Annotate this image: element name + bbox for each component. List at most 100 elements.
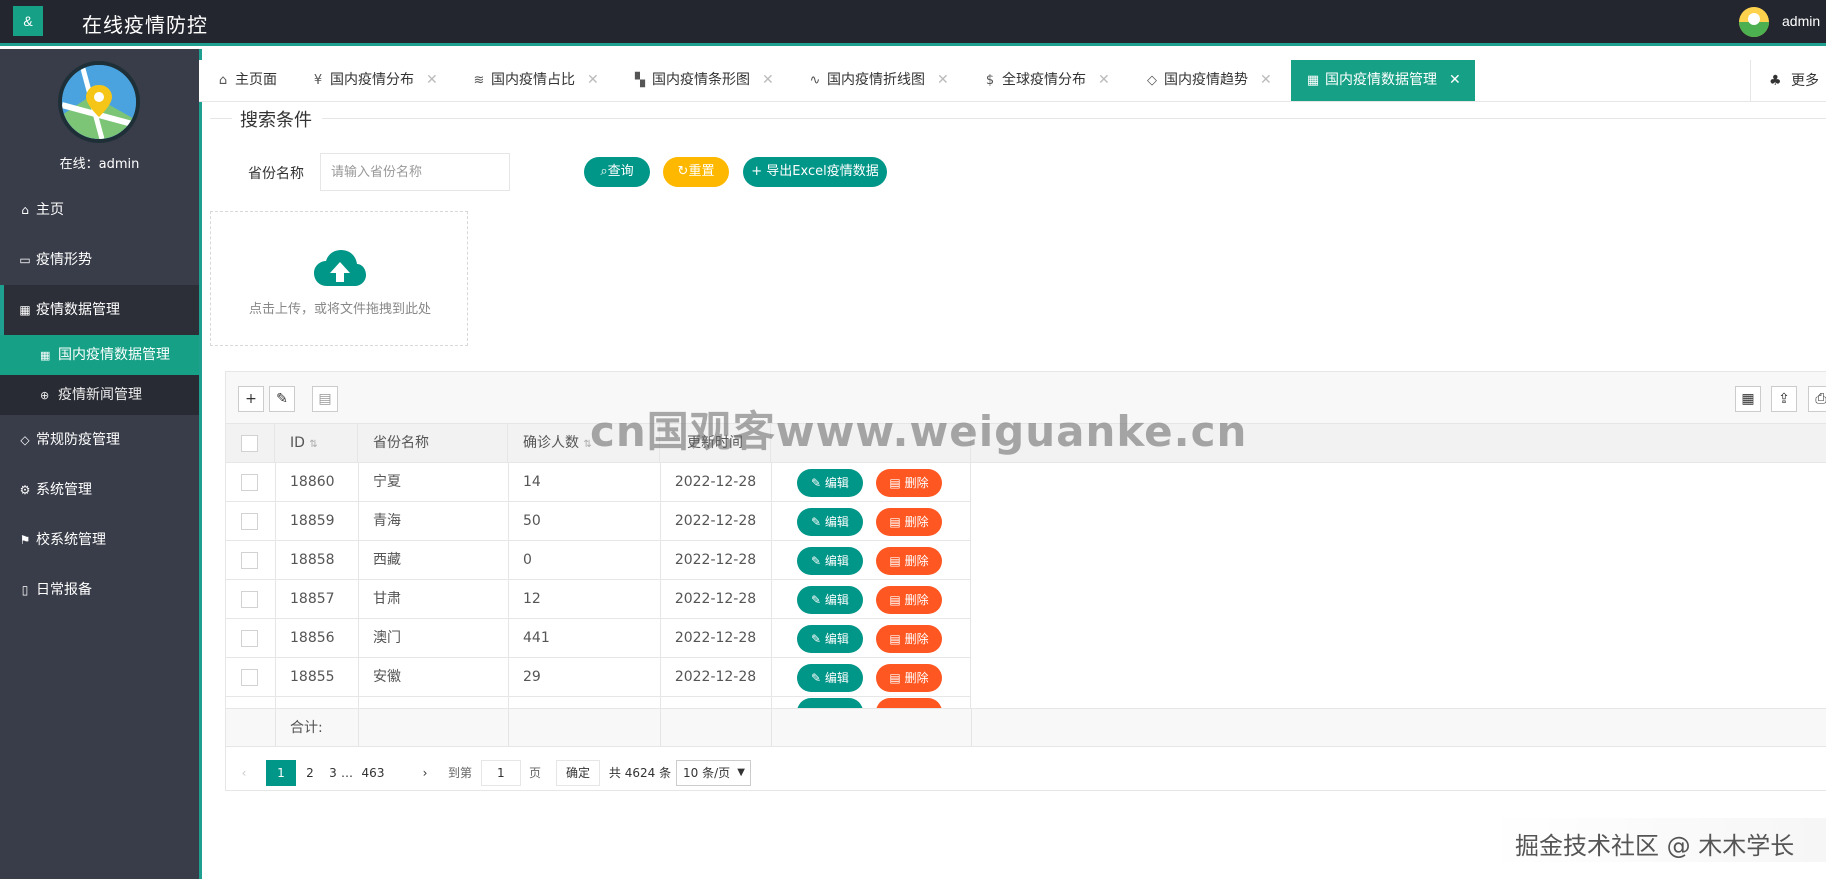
layers-icon: ≋ [473,73,485,88]
cell-province: 甘肃 [373,591,401,607]
page-2[interactable]: 2 [298,760,322,786]
delete-button[interactable]: ▤ 删除 [876,547,942,575]
sidebar-item-epidemic-data[interactable]: ▦ 疫情数据管理 [0,285,199,335]
edit-button-label: 编辑 [824,632,849,646]
reset-button[interactable]: ↻重置 [663,157,729,187]
pencil-icon: ✎ [811,671,825,685]
row-checkbox[interactable] [241,513,258,530]
close-icon[interactable]: ✕ [426,72,438,88]
plus-icon: + [751,164,767,179]
delete-button[interactable]: ▤ 删除 [876,625,942,653]
table-row[interactable]: 18856 澳门 441 2022-12-28 ✎ 编辑 ▤ 删除 [226,619,971,658]
tab-global-distribution[interactable]: $ 全球疫情分布 ✕ [982,60,1110,101]
edit-button[interactable]: ✎ 编辑 [797,586,863,614]
sidebar-item-daily-report[interactable]: ▯ 日常报备 [0,565,199,615]
table-row[interactable]: 18859 青海 50 2022-12-28 ✎ 编辑 ▤ 删除 [226,502,971,541]
row-checkbox[interactable] [241,630,258,647]
edit-button-label: 编辑 [824,515,849,529]
delete-button-label: 删除 [904,632,929,646]
close-icon[interactable]: ✕ [1449,72,1461,88]
close-icon[interactable]: ✕ [587,72,599,88]
table-row[interactable]: 18858 西藏 0 2022-12-28 ✎ 编辑 ▤ 删除 [226,541,971,580]
page-size-select[interactable]: 10 条/页 ▼ [676,760,751,786]
delete-button[interactable]: ▤ 删除 [876,664,942,692]
export-excel-button[interactable]: + 导出Excel疫情数据 [743,157,887,187]
delete-button[interactable]: ▤ 删除 [876,586,942,614]
goto-page-input[interactable]: 1 [481,760,521,786]
palm-icon: ♣ [1769,73,1782,89]
tab-domestic-data[interactable]: ▦ 国内疫情数据管理 ✕ [1291,60,1475,101]
next-page-icon[interactable]: › [419,760,431,786]
close-icon[interactable]: ✕ [1098,72,1110,88]
page-1[interactable]: 1 [266,760,296,786]
cell-confirmed: 12 [523,591,541,607]
monitor-icon: ▭ [19,253,31,267]
tab-more-button[interactable]: ♣ 更多 [1750,60,1826,102]
columns-filter-button[interactable]: ▦ [1735,386,1761,412]
close-icon[interactable]: ✕ [1260,72,1272,88]
query-button[interactable]: ⌕查询 [584,157,650,187]
home-icon: ⌂ [21,203,29,217]
cell-province: 宁夏 [373,474,401,490]
sidebar-subitem-news[interactable]: ⊕ 疫情新闻管理 [0,375,199,415]
sort-icon[interactable]: ⇅ [309,439,317,450]
row-checkbox[interactable] [241,669,258,686]
export-toolbar-button[interactable]: ⇪ [1771,386,1797,412]
select-all-checkbox[interactable] [241,435,258,452]
add-button[interactable]: + [238,386,264,412]
edit-button[interactable]: ✎ 编辑 [797,508,863,536]
close-icon[interactable]: ✕ [937,72,949,88]
page-3[interactable]: 3 [326,760,340,786]
sidebar-item-label: 主页 [36,202,64,218]
page-last[interactable]: 463 [359,760,387,786]
tab-domestic-trend[interactable]: ◇ 国内疫情趋势 ✕ [1144,60,1272,101]
sidebar-subitem-domestic-data[interactable]: ▦ 国内疫情数据管理 [0,335,199,375]
row-checkbox[interactable] [241,591,258,608]
print-button[interactable]: ⎙ [1808,386,1826,412]
tab-domestic-ratio[interactable]: ≋ 国内疫情占比 ✕ [471,60,599,101]
cell-id: 18856 [290,630,335,646]
delete-button[interactable] [876,698,942,708]
edit-toolbar-button[interactable]: ✎ [269,386,295,412]
tab-domestic-bar[interactable]: ▚ 国内疫情条形图 ✕ [632,60,774,101]
user-name[interactable]: admin [1782,13,1820,29]
user-avatar[interactable] [1739,7,1769,37]
row-checkbox[interactable] [241,474,258,491]
header-province: 省份名称 [358,424,508,462]
delete-button[interactable]: ▤ 删除 [876,469,942,497]
sidebar-item-system[interactable]: ⚙ 系统管理 [0,465,199,515]
cell-id: 18860 [290,474,335,490]
table-row[interactable]: 18855 安徽 29 2022-12-28 ✎ 编辑 ▤ 删除 [226,658,971,697]
trash-icon: ▤ [889,476,905,490]
edit-button[interactable]: ✎ 编辑 [797,664,863,692]
prev-page-icon[interactable]: ‹ [238,760,250,786]
cell-id: 18857 [290,591,335,607]
sidebar-item-epidemic-situation[interactable]: ▭ 疫情形势 [0,235,199,285]
table-row[interactable]: 18860 宁夏 14 2022-12-28 ✎ 编辑 ▤ 删除 [226,463,971,502]
upload-dropzone[interactable]: 点击上传，或将文件拖拽到此处 [210,211,468,346]
edit-button[interactable] [797,698,863,708]
edit-button[interactable]: ✎ 编辑 [797,547,863,575]
cell-id: 18859 [290,513,335,529]
header-id[interactable]: ID ⇅ [275,424,358,462]
page-unit: 页 [528,766,541,780]
edit-button[interactable]: ✎ 编辑 [797,625,863,653]
fieldset-border [322,118,1826,119]
province-search-input[interactable] [320,153,510,191]
close-icon[interactable]: ✕ [762,72,774,88]
tab-domestic-distribution[interactable]: ¥ 国内疫情分布 ✕ [310,60,438,101]
edit-button[interactable]: ✎ 编辑 [797,469,863,497]
row-checkbox[interactable] [241,552,258,569]
goto-confirm-button[interactable]: 确定 [556,760,600,786]
delete-toolbar-button[interactable]: ▤ [312,386,338,412]
delete-button[interactable]: ▤ 删除 [876,508,942,536]
sidebar-item-school-system[interactable]: ⚑ 校系统管理 [0,515,199,565]
cell-confirmed: 14 [523,474,541,490]
sidebar-item-label: 日常报备 [36,582,92,598]
tab-domestic-line[interactable]: ∿ 国内疫情折线图 ✕ [807,60,949,101]
tab-home[interactable]: ⌂ 主页面 [215,60,277,101]
sidebar-item-prevention[interactable]: ◇ 常规防疫管理 [0,415,199,465]
logo[interactable]: & [13,6,43,36]
table-row[interactable]: 18857 甘肃 12 2022-12-28 ✎ 编辑 ▤ 删除 [226,580,971,619]
sidebar-item-home[interactable]: ⌂ 主页 [0,185,199,235]
